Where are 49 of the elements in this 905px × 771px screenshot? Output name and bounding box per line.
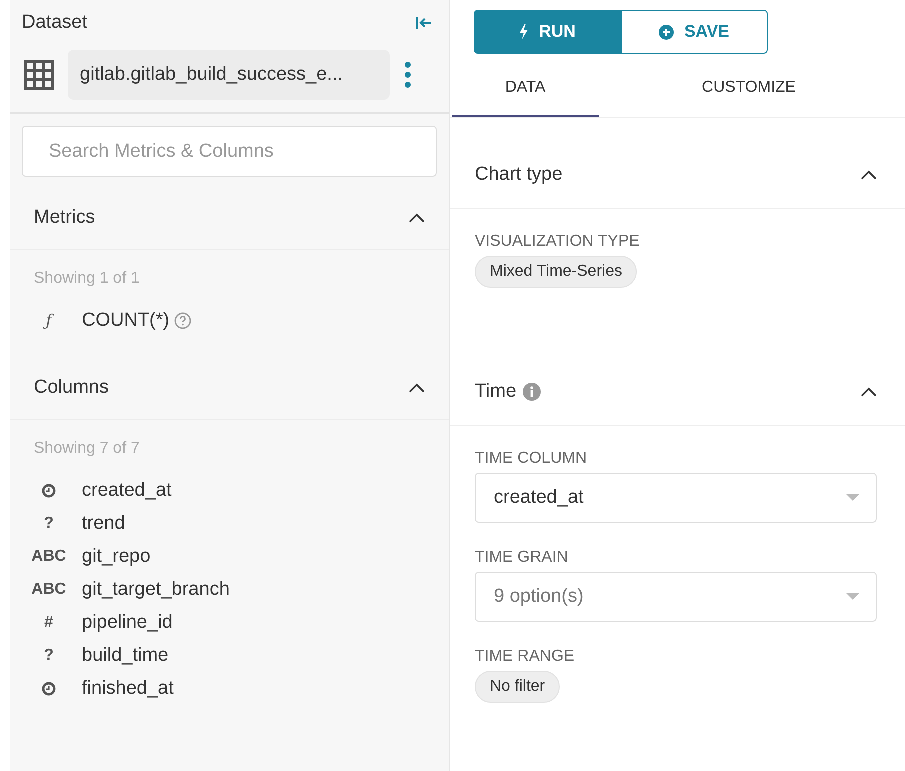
clock-icon [42, 682, 56, 696]
select-field[interactable]: created_at [475, 473, 877, 523]
section-heading: Chart type [475, 164, 563, 186]
field-name[interactable]: git_target_branch [82, 578, 230, 600]
field-name[interactable]: git_repo [82, 546, 151, 568]
field-name[interactable]: finished_at [82, 678, 174, 700]
info-icon [522, 383, 541, 401]
run-button[interactable]: RUN [474, 10, 621, 54]
chevron-icon[interactable] [861, 170, 877, 180]
section-heading: Columns [34, 377, 109, 399]
field-name[interactable]: trend [82, 512, 126, 534]
field-name[interactable]: build_time [82, 644, 169, 666]
chevron-icon[interactable] [409, 383, 425, 393]
more-icon[interactable] [404, 61, 412, 89]
plus-circle-icon [659, 24, 674, 40]
type-symbol: ? [44, 514, 54, 532]
save-button[interactable]: SAVE [621, 10, 768, 54]
count-text: Showing 7 of 7 [33, 440, 141, 458]
field-name[interactable]: pipeline_id [82, 612, 173, 634]
table-icon [24, 60, 54, 90]
field-label: TIME RANGE [475, 648, 576, 666]
field-label: TIME GRAIN [475, 549, 570, 567]
dataset-name[interactable]: gitlab.gitlab_build_success_e... [68, 50, 390, 100]
tab[interactable]: CUSTOMIZE [599, 60, 899, 117]
section-heading: Metrics [34, 207, 96, 229]
field-name[interactable]: COUNT(*) [82, 310, 170, 332]
clock-icon [42, 484, 56, 498]
type-symbol: ABC [32, 580, 66, 598]
type-symbol: # [44, 614, 54, 632]
caret-icon [846, 593, 860, 601]
help-icon [174, 312, 192, 330]
field-label: TIME COLUMN [475, 450, 588, 468]
collapse-icon[interactable] [415, 16, 433, 30]
value-tag[interactable]: Mixed Time-Series [475, 256, 638, 288]
caret-icon [846, 494, 860, 502]
type-symbol: ABC [32, 548, 66, 566]
type-symbol: ? [44, 646, 54, 664]
value-tag[interactable]: No filter [475, 671, 560, 703]
search-field[interactable]: Search Metrics & Columns [22, 126, 437, 177]
select-field[interactable]: 9 option(s) [475, 572, 877, 622]
lightning-icon [519, 24, 530, 40]
chevron-icon[interactable] [861, 387, 877, 397]
tab[interactable]: DATA [452, 60, 599, 117]
dataset-heading: Dataset [22, 12, 88, 34]
field-label: VISUALIZATION TYPE [475, 233, 641, 251]
chevron-icon[interactable] [409, 213, 425, 223]
count-text: Showing 1 of 1 [33, 270, 141, 288]
field-name[interactable]: created_at [82, 480, 172, 502]
section-heading: Time [475, 381, 517, 403]
